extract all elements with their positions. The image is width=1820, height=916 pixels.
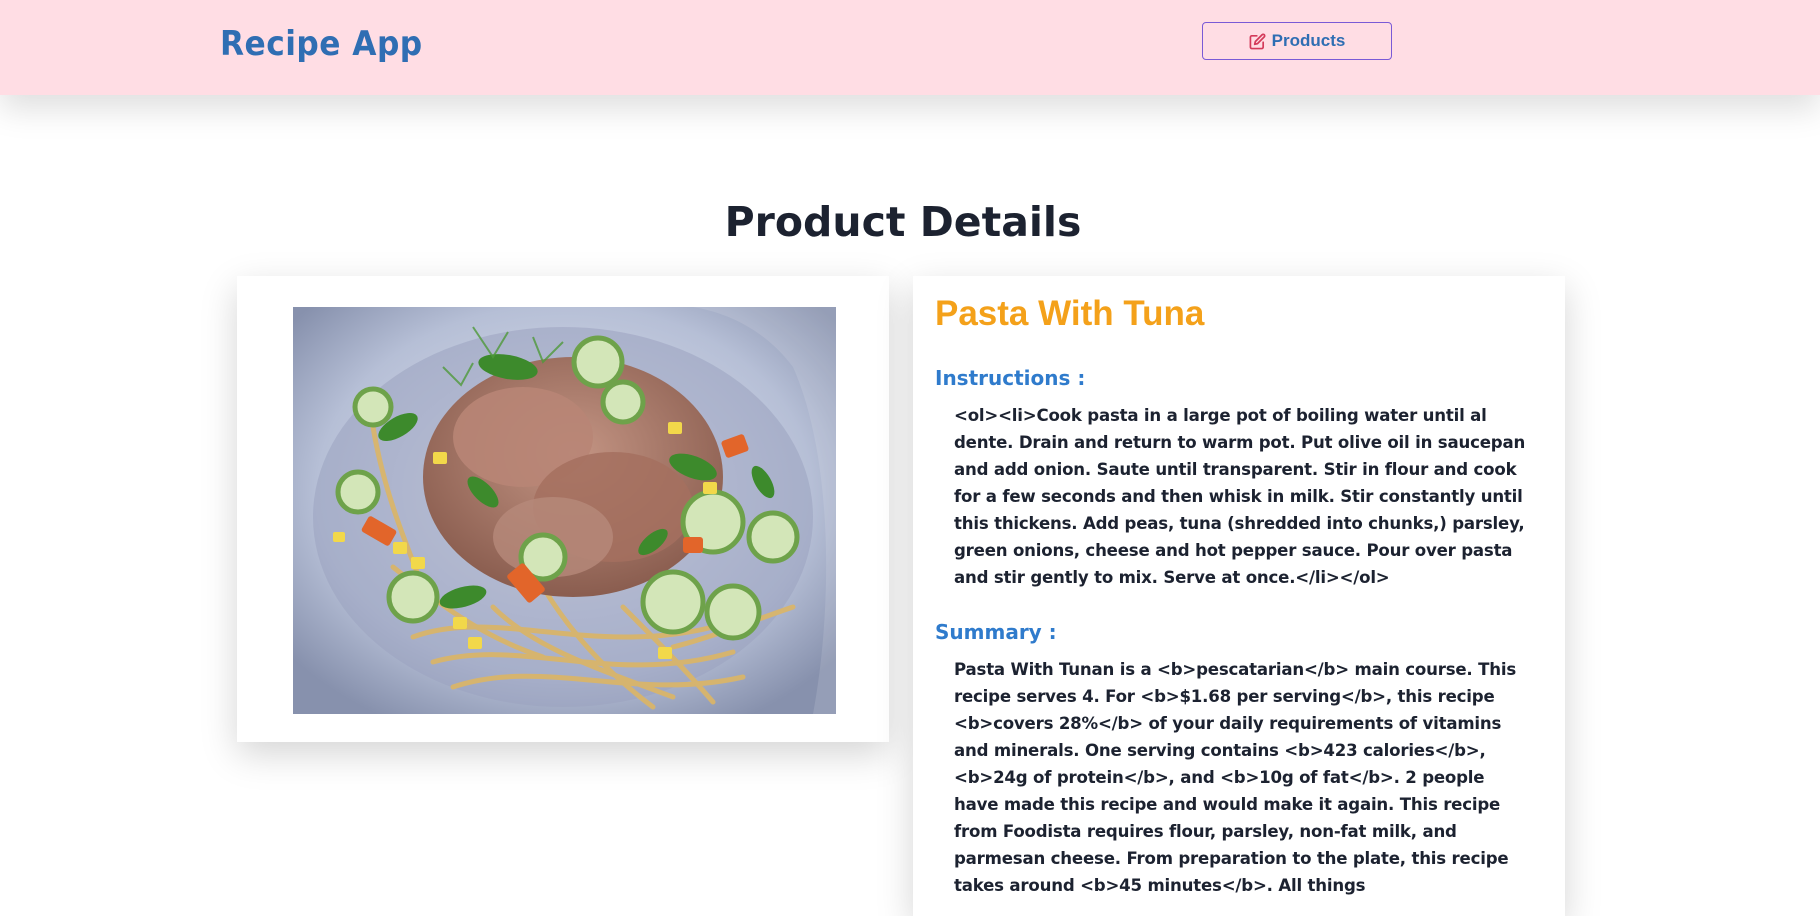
product-info-card: Pasta With Tuna Instructions : <ol><li>C… [913, 276, 1565, 916]
product-image-card [237, 276, 889, 742]
brand-logo[interactable]: Recipe App [220, 24, 423, 64]
product-image [293, 307, 836, 714]
instructions-text: <ol><li>Cook pasta in a large pot of boi… [954, 406, 1526, 587]
edit-icon [1249, 33, 1266, 50]
summary-text: Pasta With Tunan is a <b>pescatarian</b>… [954, 660, 1517, 895]
page-title: Product Details [724, 198, 1082, 246]
products-button[interactable]: Products [1202, 22, 1392, 60]
product-title: Pasta With Tuna [935, 294, 1205, 333]
products-button-label: Products [1271, 31, 1346, 50]
navbar: Recipe App Products [0, 0, 1820, 95]
instructions-heading: Instructions : [935, 366, 1086, 390]
summary-heading: Summary : [935, 620, 1057, 644]
